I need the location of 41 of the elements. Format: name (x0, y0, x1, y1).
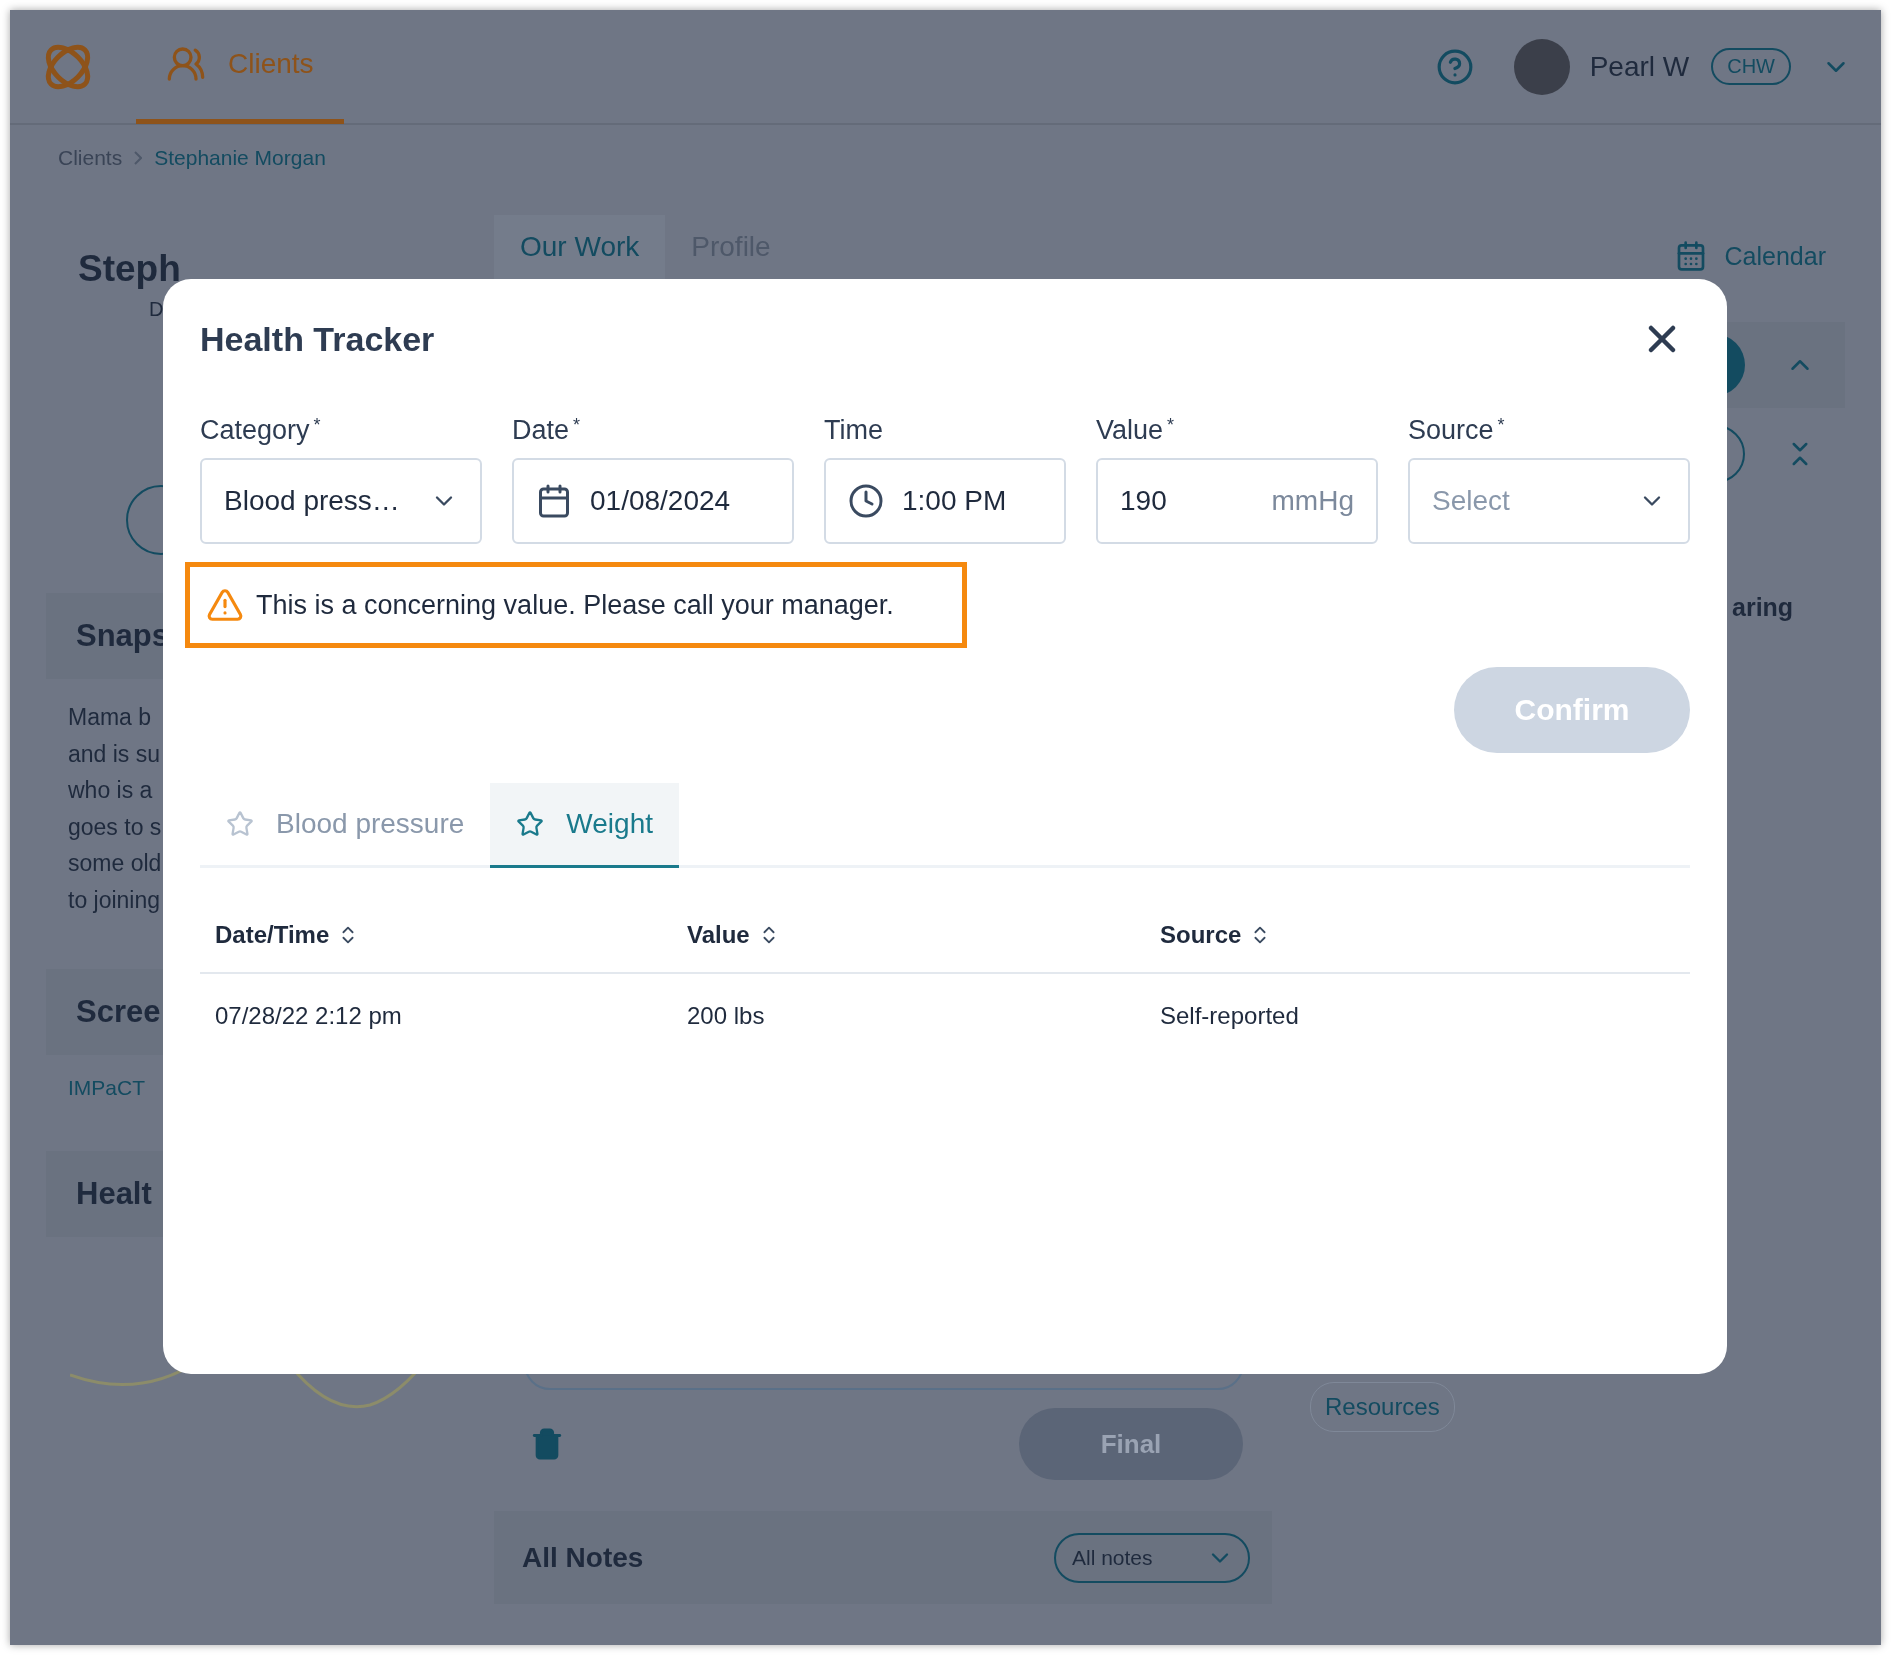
star-icon (516, 810, 545, 838)
field-label: Source* (1408, 415, 1506, 446)
date-input-field[interactable]: 01/08/2024 (512, 458, 794, 544)
role-badge: CHW (1711, 48, 1791, 85)
column-header[interactable]: Source (1160, 921, 1690, 949)
history-tab[interactable]: Weight (490, 783, 679, 868)
chevron-right-icon (134, 150, 143, 165)
snapshot-text: Mama b and is su who is a goes to s some old to joining (67, 703, 162, 915)
calendar-icon (536, 483, 572, 519)
history-tab[interactable]: Blood pressure (200, 783, 491, 868)
breadcrumb-link[interactable]: Stephanie Morgan (154, 145, 326, 170)
dropdown-field[interactable]: Select (1408, 458, 1690, 544)
clock-icon (848, 483, 884, 519)
resource-tag[interactable]: Resources (1310, 1382, 1455, 1432)
column-header[interactable]: Value (687, 921, 1160, 949)
notes-filter-dropdown[interactable]: All notes (1054, 1532, 1250, 1583)
dialog-title: Health Tracker (200, 319, 435, 359)
table-cell-text: Self-reported (1160, 1002, 1300, 1030)
field-label: Time (824, 415, 884, 446)
screening-link[interactable]: IMPaCT (46, 1076, 145, 1100)
column-header[interactable]: Date/Time (215, 921, 687, 949)
field-label: Value* (1096, 415, 1176, 446)
calendar-link[interactable]: Calendar (1674, 240, 1826, 272)
notes-title: All Notes (522, 1541, 644, 1574)
dropdown-field[interactable]: Blood press… (200, 458, 482, 544)
star-icon (226, 810, 254, 838)
people-icon (166, 44, 206, 84)
table-cell-text: 07/28/22 2:12 pm (215, 1002, 403, 1030)
field-label: Date* (512, 415, 582, 446)
field-label: Category* (200, 415, 322, 446)
table-cell-text: 200 lbs (687, 1002, 766, 1030)
number-input-field[interactable]: 190 mmHg (1096, 458, 1378, 544)
user-name: Pearl W (1589, 50, 1690, 83)
section-title: aring (1732, 593, 1795, 622)
time-input-field[interactable]: 1:00 PM (824, 458, 1066, 544)
page-tab[interactable]: Our Work (494, 215, 666, 279)
warning-icon (206, 586, 244, 624)
trash-icon[interactable] (530, 1427, 564, 1461)
client-name: Steph (78, 248, 181, 290)
client-subtitle: D (149, 298, 164, 321)
help-icon[interactable] (1435, 47, 1474, 86)
